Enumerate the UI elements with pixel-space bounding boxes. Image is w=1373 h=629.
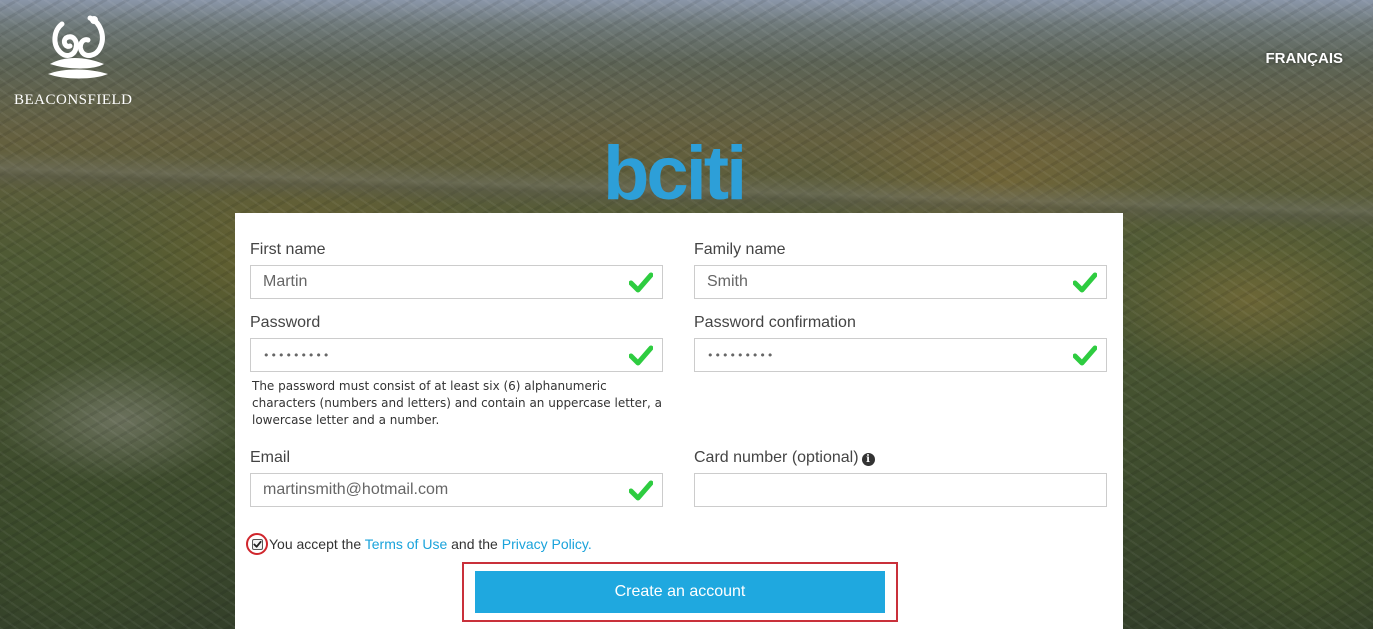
password-label: Password <box>250 314 321 331</box>
first-name-group: First name <box>250 241 663 299</box>
check-icon <box>629 480 653 501</box>
family-name-input[interactable] <box>694 265 1107 299</box>
accept-terms-checkbox[interactable] <box>251 538 263 550</box>
card-number-label-row: Card number (optional) i <box>694 449 1107 467</box>
card-number-input[interactable] <box>694 473 1107 507</box>
password-confirmation-group: Password confirmation <box>694 314 1107 372</box>
consent-text: You accept the Terms of Use and the Priv… <box>269 536 592 552</box>
consent-prefix: You accept the <box>269 536 362 552</box>
consent-row: You accept the Terms of Use and the Priv… <box>246 533 592 555</box>
checkbox-check-icon <box>252 540 262 548</box>
email-group: Email <box>250 449 663 507</box>
password-input[interactable] <box>250 338 663 372</box>
first-name-input[interactable] <box>250 265 663 299</box>
language-switch-link[interactable]: FRANÇAIS <box>1266 50 1344 67</box>
check-icon <box>629 272 653 293</box>
family-name-label: Family name <box>694 241 786 258</box>
password-confirmation-input[interactable] <box>694 338 1107 372</box>
password-confirmation-label: Password confirmation <box>694 314 856 331</box>
email-label: Email <box>250 449 291 466</box>
brand-name-text: bciti <box>603 133 744 213</box>
card-number-label: Card number (optional) <box>694 449 859 466</box>
beaconsfield-logo[interactable]: BEACONSFIELD <box>14 12 144 112</box>
org-name: BEACONSFIELD <box>14 92 133 108</box>
create-account-button[interactable]: Create an account <box>475 571 885 613</box>
checkbox-highlight-circle <box>246 533 268 555</box>
beaconsfield-emblem-icon <box>48 15 108 79</box>
family-name-group: Family name <box>694 241 1107 299</box>
consent-middle: and the <box>451 536 498 552</box>
check-icon <box>1073 272 1097 293</box>
signup-form-card: First name Family name Password Password… <box>235 213 1123 629</box>
check-icon <box>1073 345 1097 366</box>
password-hint: The password must consist of at least si… <box>252 379 662 427</box>
check-icon <box>629 345 653 366</box>
bciti-logo: bciti <box>603 133 747 213</box>
terms-of-use-link[interactable]: Terms of Use <box>365 536 447 552</box>
first-name-label: First name <box>250 241 326 258</box>
password-group: Password <box>250 314 663 372</box>
privacy-policy-link[interactable]: Privacy Policy. <box>502 536 592 552</box>
info-icon[interactable]: i <box>861 453 875 466</box>
card-number-group: Card number (optional) i <box>694 449 1107 507</box>
email-input[interactable] <box>250 473 663 507</box>
